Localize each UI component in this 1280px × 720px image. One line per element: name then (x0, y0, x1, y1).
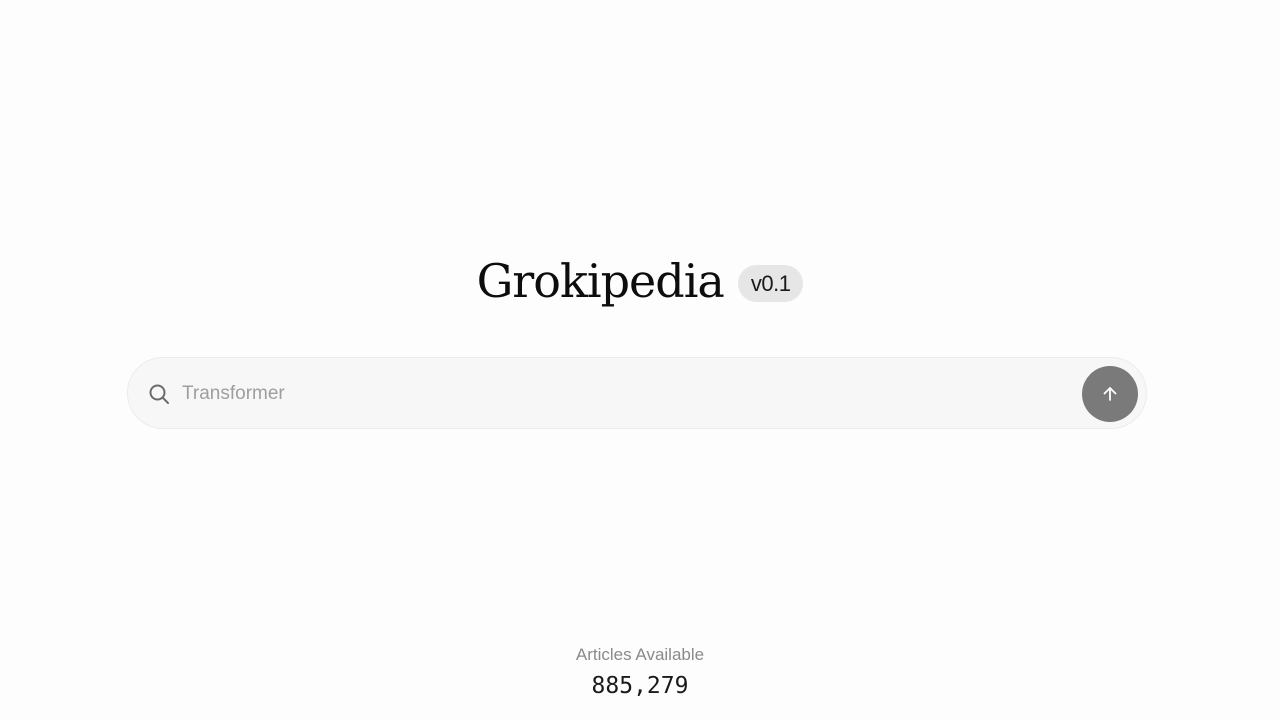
search-input[interactable] (182, 374, 1062, 414)
brand-header: Grokipedia v0.1 (0, 252, 1280, 310)
site-title: Grokipedia (476, 254, 725, 308)
articles-count: 885,279 (591, 673, 689, 699)
search-icon (149, 384, 169, 404)
submit-search-button[interactable] (1082, 366, 1138, 422)
version-badge: v0.1 (737, 264, 804, 302)
articles-available-label: Articles Available (575, 645, 705, 664)
search-bar[interactable] (127, 357, 1147, 429)
arrow-up-icon (1103, 387, 1117, 401)
article-stats: Articles Available 885,279 (0, 643, 1280, 703)
